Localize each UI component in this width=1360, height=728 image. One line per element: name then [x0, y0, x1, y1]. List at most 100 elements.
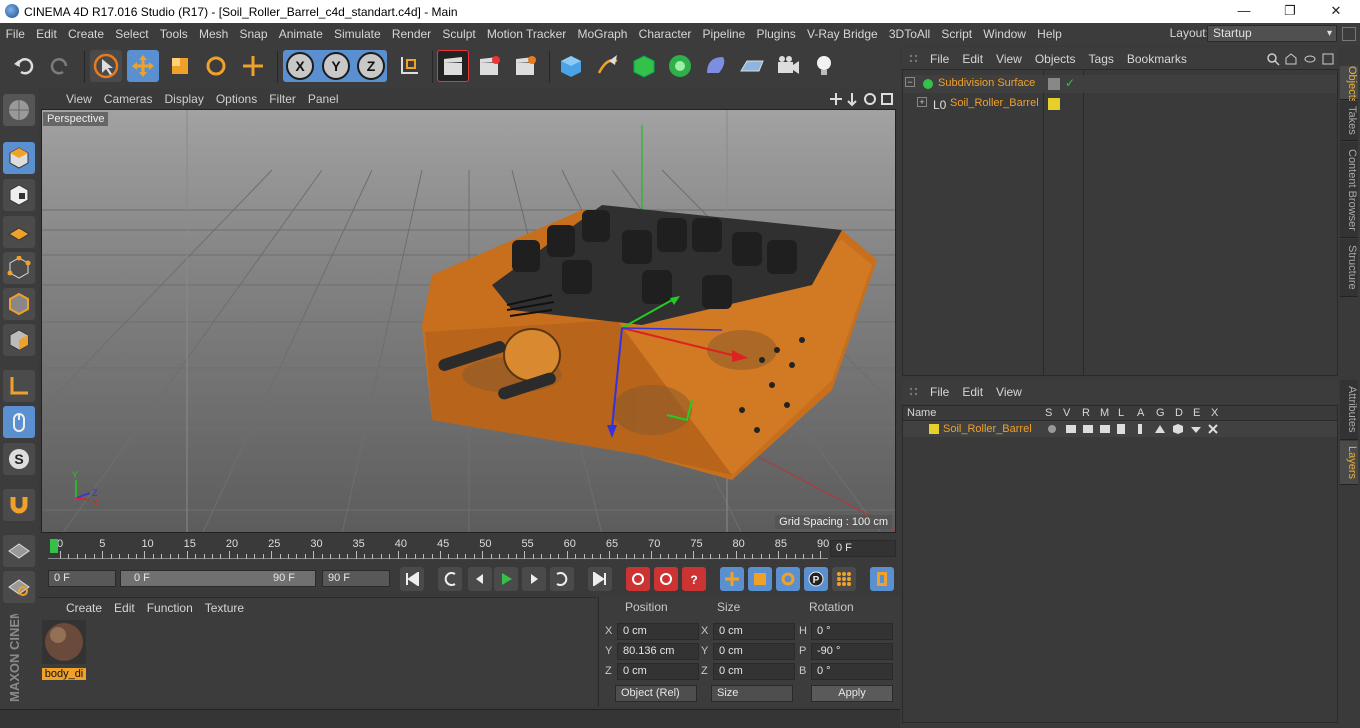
edges-mode-button[interactable]: [3, 288, 35, 320]
menu-mograph[interactable]: MoGraph: [572, 27, 633, 41]
perspective-viewport[interactable]: Y Z X Perspective Grid Spacing : 100 cm: [41, 109, 896, 533]
menu-tools[interactable]: Tools: [154, 27, 193, 41]
redo-button[interactable]: [44, 50, 76, 82]
light-button[interactable]: [808, 50, 840, 82]
autokey-button[interactable]: [654, 567, 678, 591]
texture-mode-button[interactable]: [3, 179, 35, 211]
layer-column-header[interactable]: L: [1118, 407, 1124, 419]
material-menu-function[interactable]: Function: [147, 601, 193, 615]
position-field[interactable]: 80.136 cm: [617, 643, 699, 660]
viewport-menu-view[interactable]: View: [66, 92, 92, 106]
workplane-mode-button[interactable]: [3, 216, 35, 248]
menu-help[interactable]: Help: [1032, 27, 1068, 41]
points-mode-button[interactable]: [3, 252, 35, 284]
start-frame-field[interactable]: 0 F: [48, 570, 116, 587]
key-position-button[interactable]: [720, 567, 744, 591]
material-menu-create[interactable]: Create: [66, 601, 102, 615]
coordinate-system-button[interactable]: [393, 50, 425, 82]
subdivision-surface-button[interactable]: [628, 50, 660, 82]
menu-sculpt[interactable]: Sculpt: [437, 27, 482, 41]
menu-character[interactable]: Character: [633, 27, 697, 41]
viewport-navigation-icons[interactable]: [828, 91, 898, 107]
undo-button[interactable]: [8, 50, 40, 82]
transform-tool-button[interactable]: [237, 50, 269, 82]
tab-content-browser[interactable]: Content Browser: [1340, 142, 1358, 238]
key-rotation-button[interactable]: [776, 567, 800, 591]
layers-menu-view[interactable]: View: [996, 385, 1022, 399]
subdivision-visibility-icon[interactable]: [1048, 78, 1060, 90]
render-settings-button[interactable]: [509, 50, 541, 82]
apply-button[interactable]: Apply: [811, 685, 893, 702]
layer-row[interactable]: Soil_Roller_Barrel: [903, 421, 1337, 437]
material-name[interactable]: body_di: [42, 668, 86, 680]
tab-objects[interactable]: Objects: [1340, 66, 1358, 103]
floor-button[interactable]: [736, 50, 768, 82]
snap-button[interactable]: S: [3, 443, 35, 475]
axis-mode-button[interactable]: [3, 370, 35, 402]
material-swatch[interactable]: body_di: [42, 620, 86, 680]
menu-edit[interactable]: Edit: [31, 27, 63, 41]
layer-name[interactable]: Soil_Roller_Barrel: [943, 423, 1032, 435]
viewport-menu-filter[interactable]: Filter: [269, 92, 296, 106]
rotation-field[interactable]: 0 °: [811, 623, 893, 640]
menu-vray-bridge[interactable]: V-Ray Bridge: [801, 27, 883, 41]
coordinate-mode-select[interactable]: Object (Rel): [615, 685, 697, 702]
layer-column-header[interactable]: R: [1082, 407, 1090, 419]
camera-button[interactable]: [772, 50, 804, 82]
menu-create[interactable]: Create: [62, 27, 109, 41]
model-mode-button[interactable]: [3, 142, 35, 174]
objects-menu-edit[interactable]: Edit: [962, 52, 983, 66]
viewport-menu-options[interactable]: Options: [216, 92, 257, 106]
render-view-button[interactable]: [437, 50, 469, 82]
current-frame-field[interactable]: 0 F: [830, 540, 896, 557]
current-frame-marker[interactable]: [50, 539, 58, 553]
minimize-button[interactable]: —: [1221, 0, 1267, 23]
layer-column-header[interactable]: E: [1193, 407, 1200, 419]
menu-script[interactable]: Script: [936, 27, 978, 41]
layer-column-header[interactable]: A: [1137, 407, 1144, 419]
menu-simulate[interactable]: Simulate: [328, 27, 386, 41]
next-frame-button[interactable]: [522, 567, 546, 591]
layer-column-header[interactable]: G: [1156, 407, 1165, 419]
menu-plugins[interactable]: Plugins: [751, 27, 802, 41]
position-field[interactable]: 0 cm: [617, 663, 699, 680]
viewport-menu-cameras[interactable]: Cameras: [104, 92, 153, 106]
size-mode-select[interactable]: Size: [711, 685, 793, 702]
object-name-soil-roller-barrel[interactable]: Soil_Roller_Barrel: [950, 97, 1039, 109]
planar-workplane-button[interactable]: [3, 571, 35, 603]
material-menu-edit[interactable]: Edit: [114, 601, 135, 615]
locked-workplane-button[interactable]: [3, 535, 35, 567]
objects-menu-bookmarks[interactable]: Bookmarks: [1127, 52, 1187, 66]
mograph-cloner-button[interactable]: [664, 50, 696, 82]
panel-toggle-icon[interactable]: [1342, 27, 1356, 41]
end-frame-field[interactable]: 90 F: [322, 570, 390, 587]
objects-menu-objects[interactable]: Objects: [1035, 52, 1076, 66]
spline-pen-button[interactable]: [592, 50, 624, 82]
layout-select[interactable]: Startup: [1207, 25, 1337, 42]
maximize-button[interactable]: ❐: [1267, 0, 1313, 23]
rotation-field[interactable]: 0 °: [811, 663, 893, 680]
viewport-camera-label[interactable]: Perspective: [43, 112, 109, 126]
object-name-subdivision-surface[interactable]: Subdivision Surface: [938, 77, 1035, 89]
next-key-button[interactable]: [550, 567, 574, 591]
menu-snap[interactable]: Snap: [234, 27, 273, 41]
tab-structure[interactable]: Structure: [1340, 239, 1358, 297]
material-menu-texture[interactable]: Texture: [205, 601, 244, 615]
layers-menu-edit[interactable]: Edit: [962, 385, 983, 399]
objects-menu-view[interactable]: View: [996, 52, 1022, 66]
make-editable-button[interactable]: [3, 94, 35, 126]
keyframe-selection-button[interactable]: ?: [682, 567, 706, 591]
layers-menu-file[interactable]: File: [930, 385, 949, 399]
layer-column-header[interactable]: M: [1100, 407, 1109, 419]
menu-animate[interactable]: Animate: [273, 27, 328, 41]
go-to-end-button[interactable]: [588, 567, 612, 591]
objects-menu-file[interactable]: File: [930, 52, 949, 66]
object-manager-toolbar-icons[interactable]: [1266, 52, 1336, 66]
tab-attributes[interactable]: Attributes: [1340, 380, 1358, 440]
previous-key-button[interactable]: [438, 567, 462, 591]
scale-tool-button[interactable]: [164, 50, 196, 82]
layer-column-header[interactable]: D: [1175, 407, 1183, 419]
layer-flag-icons[interactable]: [1047, 423, 1219, 435]
viewport-menu-panel[interactable]: Panel: [308, 92, 339, 106]
size-field[interactable]: 0 cm: [713, 643, 795, 660]
